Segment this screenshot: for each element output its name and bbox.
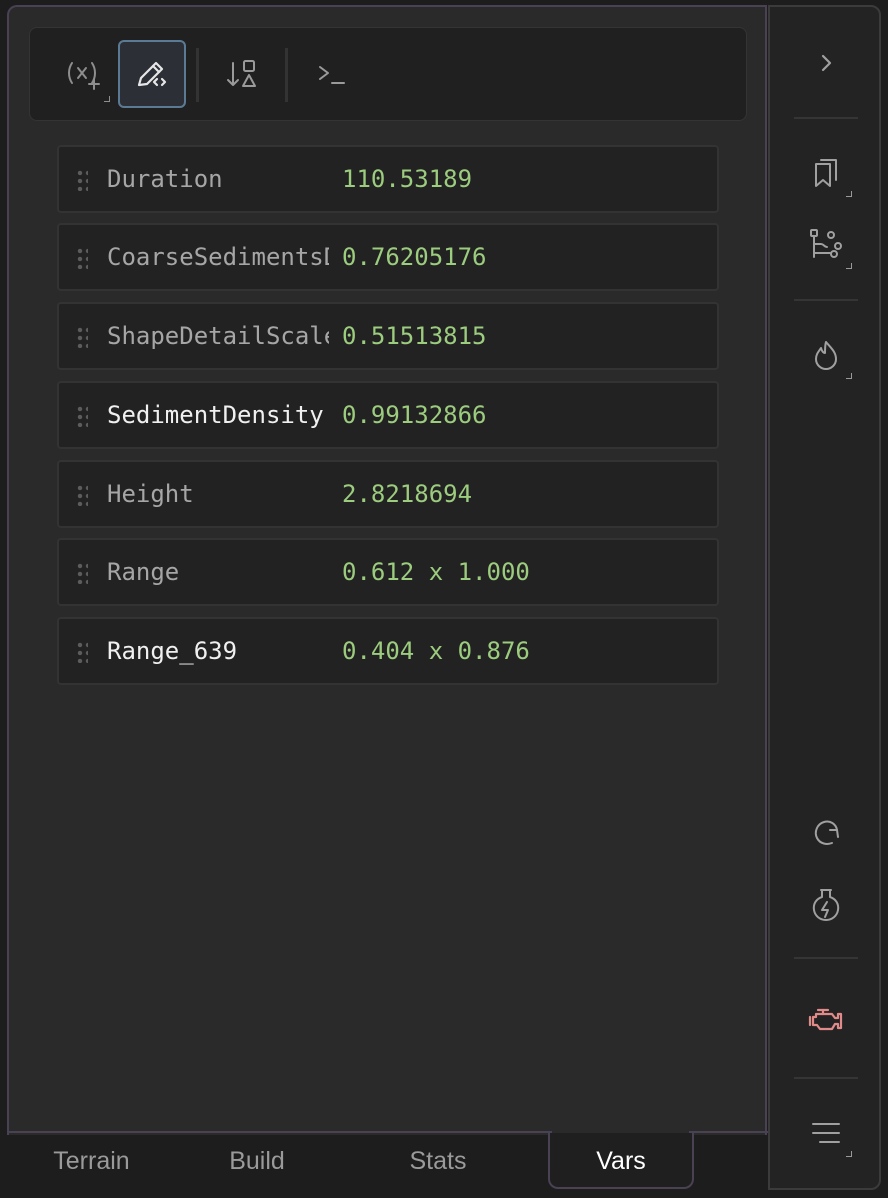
variable-value[interactable]: 0.99132866 xyxy=(342,383,487,447)
variable-name: Range xyxy=(107,558,180,586)
variables-panel: Duration 110.53189 CoarseSedimentsD 0.76… xyxy=(7,5,767,1135)
drag-handle-icon[interactable] xyxy=(76,405,88,427)
variable-value[interactable]: 2.8218694 xyxy=(342,462,472,526)
drag-handle-icon[interactable] xyxy=(76,484,88,506)
variable-name: Height xyxy=(107,480,194,508)
menu-button[interactable] xyxy=(796,1103,856,1163)
terminal-icon xyxy=(315,57,349,91)
tab-vars[interactable]: Vars xyxy=(548,1133,694,1189)
right-sidebar xyxy=(768,5,881,1190)
flask-bolt-button[interactable] xyxy=(796,875,856,935)
variable-add-icon xyxy=(66,57,102,91)
add-variable-button[interactable] xyxy=(50,40,118,108)
variable-row[interactable]: Duration 110.53189 xyxy=(57,145,719,213)
flame-button[interactable] xyxy=(796,325,856,385)
variable-row[interactable]: Range_639 0.404 x 0.876 xyxy=(57,617,719,685)
drag-handle-icon[interactable] xyxy=(76,247,88,269)
drag-handle-icon[interactable] xyxy=(76,169,88,191)
variable-name: ShapeDetailScale xyxy=(107,322,329,350)
tab-build[interactable]: Build xyxy=(197,1133,317,1189)
node-graph-button[interactable] xyxy=(796,215,856,275)
collapse-sidebar-button[interactable] xyxy=(796,33,856,93)
variable-row[interactable]: Range 0.612 x 1.000 xyxy=(57,538,719,606)
variable-value[interactable]: 0.612 x 1.000 xyxy=(342,540,530,604)
pencil-code-icon xyxy=(135,57,169,91)
node-graph-icon xyxy=(808,227,844,263)
variable-value[interactable]: 0.76205176 xyxy=(342,225,487,289)
bottom-tabs: Terrain Build Stats Vars xyxy=(7,1131,769,1191)
flask-bolt-icon xyxy=(810,887,842,923)
menu-lines-icon xyxy=(810,1119,842,1147)
drag-handle-icon[interactable] xyxy=(76,562,88,584)
tab-stats[interactable]: Stats xyxy=(379,1133,497,1189)
bookmarks-button[interactable] xyxy=(796,143,856,203)
variable-row[interactable]: SedimentDensity 0.99132866 xyxy=(57,381,719,449)
redo-button[interactable] xyxy=(796,803,856,863)
flame-icon xyxy=(811,338,841,372)
variable-name: Range_639 xyxy=(107,637,238,665)
bookmarks-icon xyxy=(810,156,842,190)
engine-button[interactable] xyxy=(796,989,856,1049)
terminal-button[interactable] xyxy=(298,40,366,108)
variable-value[interactable]: 0.51513815 xyxy=(342,304,487,368)
variable-name: SedimentDensity xyxy=(107,401,324,429)
tab-terrain[interactable]: Terrain xyxy=(29,1133,154,1189)
variable-row[interactable]: Height 2.8218694 xyxy=(57,460,719,528)
variable-value[interactable]: 110.53189 xyxy=(342,147,472,211)
toolbar xyxy=(29,27,747,121)
chevron-right-icon xyxy=(813,50,839,76)
redo-icon xyxy=(810,817,842,849)
drag-handle-icon[interactable] xyxy=(76,326,88,348)
edit-code-button[interactable] xyxy=(118,40,186,108)
variable-name: Duration xyxy=(107,165,223,193)
variable-row[interactable]: ShapeDetailScale 0.51513815 xyxy=(57,302,719,370)
variable-name: CoarseSedimentsD xyxy=(107,243,329,271)
variable-row[interactable]: CoarseSedimentsD 0.76205176 xyxy=(57,223,719,291)
engine-icon xyxy=(808,1004,844,1034)
sort-shapes-icon xyxy=(225,57,259,91)
sort-button[interactable] xyxy=(208,40,276,108)
variable-value[interactable]: 0.404 x 0.876 xyxy=(342,619,530,683)
drag-handle-icon[interactable] xyxy=(76,641,88,663)
